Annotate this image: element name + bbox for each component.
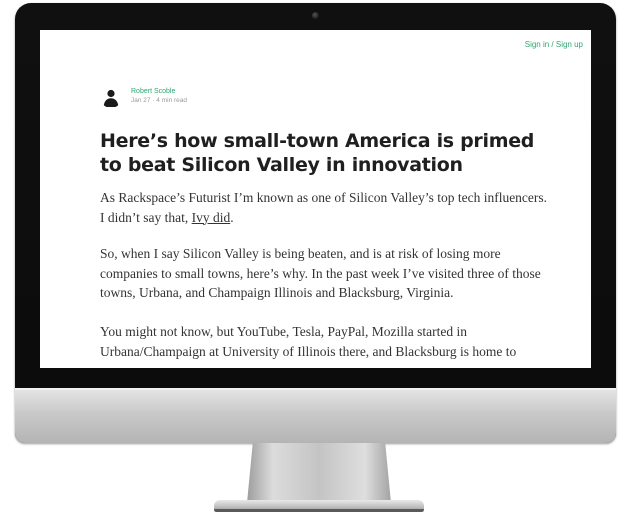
monitor-chin (15, 388, 616, 443)
sign-in-link[interactable]: Sign in / Sign up (525, 40, 583, 49)
paragraph-1-text: As Rackspace’s Futurist I’m known as one… (100, 190, 548, 225)
monitor: Sign in / Sign up Robert Scoble Jan 27 ·… (15, 3, 616, 443)
article-title: Here’s how small-town America is primed … (100, 130, 535, 176)
paragraph-1-end: . (230, 209, 234, 225)
author-name[interactable]: Robert Scoble (131, 88, 175, 95)
ivy-did-link[interactable]: Ivy did (192, 210, 231, 225)
avatar[interactable] (100, 86, 122, 108)
chin-highlight (15, 388, 616, 390)
browser-screen: Sign in / Sign up Robert Scoble Jan 27 ·… (40, 30, 591, 368)
paragraph-1: As Rackspace’s Futurist I’m known as one… (100, 188, 550, 227)
paragraph-2: So, when I say Silicon Valley is being b… (100, 246, 541, 300)
post-meta: Jan 27 · 4 min read (131, 97, 188, 104)
paragraph-3: You might not know, but YouTube, Tesla, … (100, 324, 517, 359)
monitor-stand (247, 443, 391, 503)
author-photo-icon (100, 86, 122, 108)
webcam (312, 12, 319, 19)
